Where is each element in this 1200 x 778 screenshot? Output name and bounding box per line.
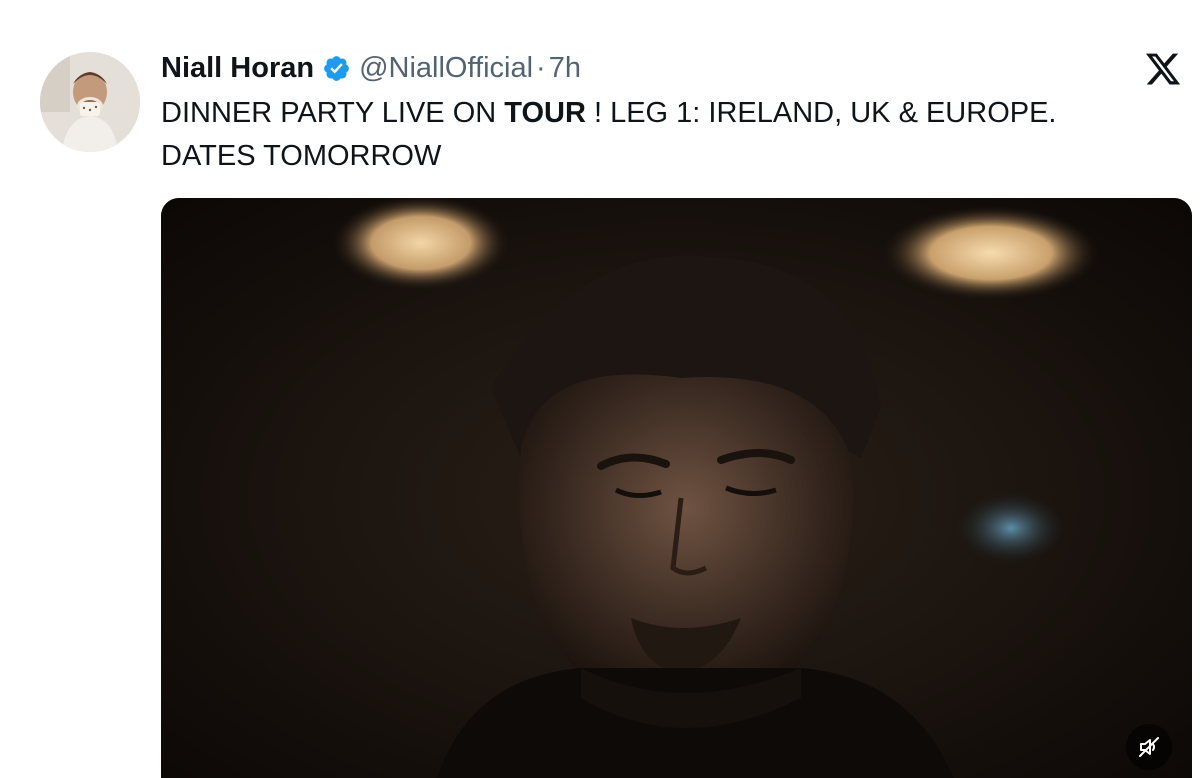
video-frame xyxy=(161,198,1192,778)
tweet-header: Niall Horan @NiallOfficial · 7h xyxy=(161,48,581,88)
verified-badge-icon xyxy=(322,54,351,83)
x-logo-icon[interactable] xyxy=(1144,50,1182,88)
video-player[interactable] xyxy=(161,198,1192,778)
separator-dot: · xyxy=(536,51,546,84)
tweet-text-segment: DINNER PARTY LIVE ON xyxy=(161,97,505,129)
user-handle[interactable]: @NiallOfficial xyxy=(359,52,533,85)
tweet-card: Niall Horan @NiallOfficial · 7h DINNER P… xyxy=(0,0,1200,778)
muted-speaker-icon xyxy=(1137,735,1161,759)
tweet-text-segment: ! LEG 1: IRELAND, UK & EUROPE. xyxy=(585,97,1057,129)
tweet-text: DINNER PARTY LIVE ON TOUR ! LEG 1: IRELA… xyxy=(161,92,1161,178)
avatar[interactable] xyxy=(40,52,140,152)
tweet-text-bold-segment: TOUR xyxy=(504,97,586,129)
tweet-text-line-1: DINNER PARTY LIVE ON TOUR ! LEG 1: IRELA… xyxy=(161,92,1161,135)
tweet-text-line-2: DATES TOMORROW xyxy=(161,140,442,172)
timestamp[interactable]: 7h xyxy=(549,52,581,85)
display-name[interactable]: Niall Horan xyxy=(161,52,314,85)
mute-toggle-button[interactable] xyxy=(1126,724,1172,770)
avatar-image xyxy=(40,52,140,152)
